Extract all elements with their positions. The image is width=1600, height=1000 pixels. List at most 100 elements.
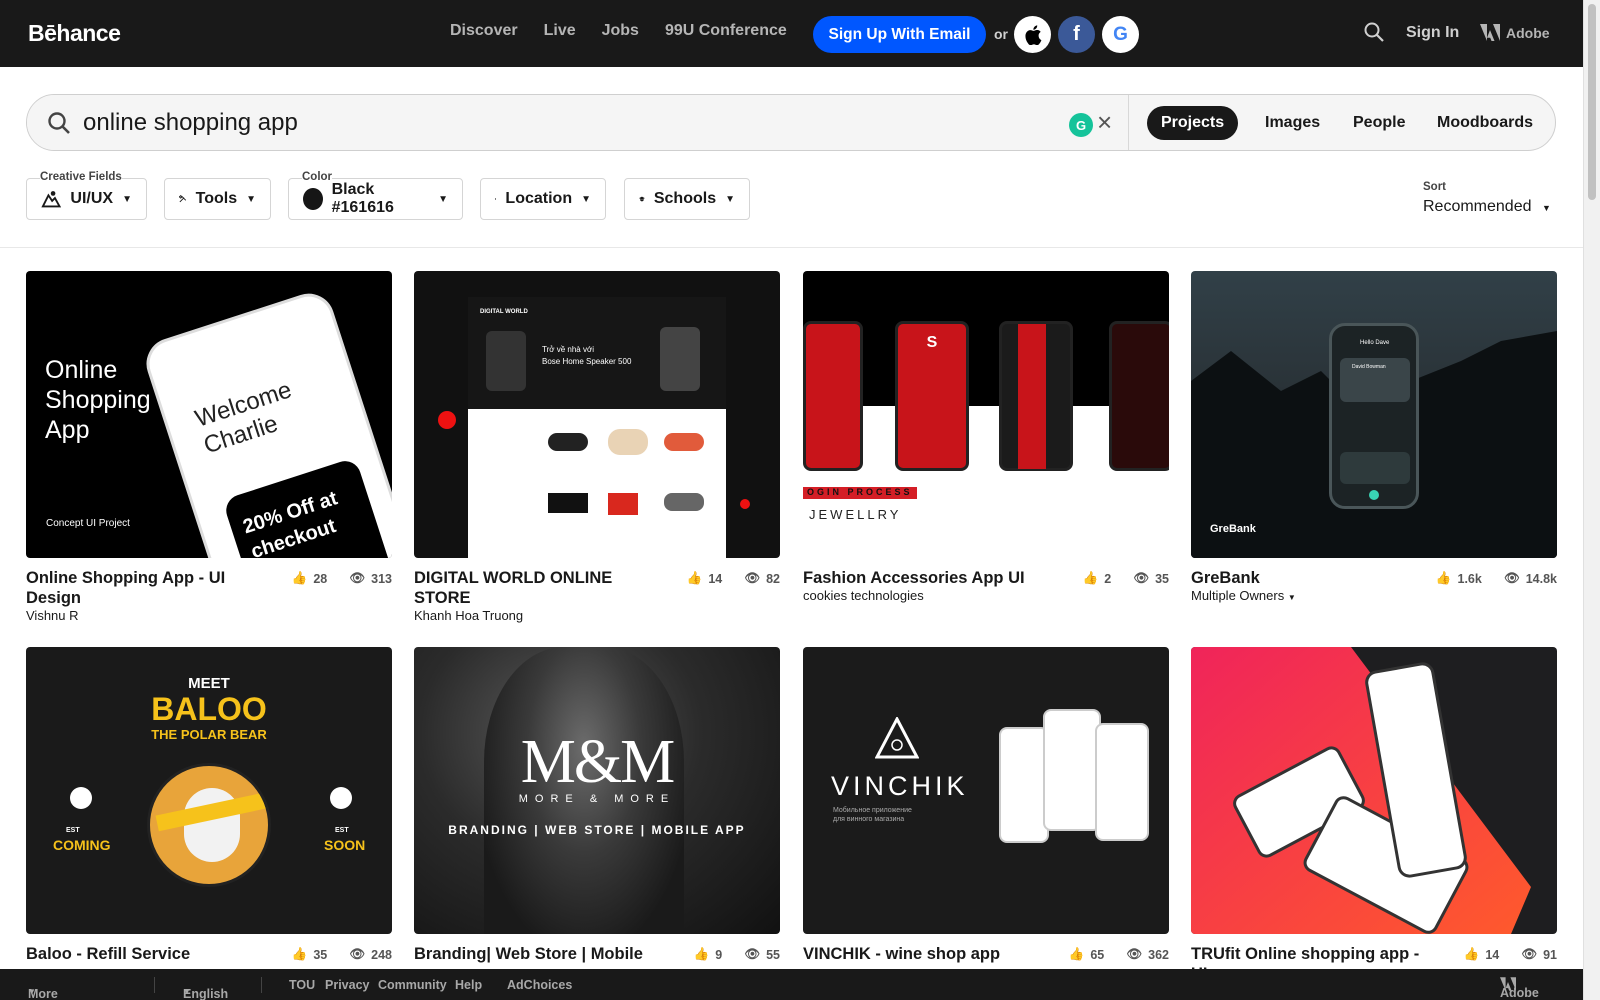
project-thumbnail[interactable]	[1191, 647, 1557, 934]
project-owner[interactable]: Vishnu R	[26, 608, 79, 623]
thumb-text: BRANDING | WEB STORE | MOBILE APP	[448, 823, 746, 837]
project-thumbnail[interactable]: Online Shopping App Concept UI Project W…	[26, 271, 392, 558]
footer-link-privacy[interactable]: Privacy	[325, 978, 369, 992]
thumb-text: COMING	[53, 837, 111, 853]
project-thumbnail[interactable]: Hello Dave David Bowman GreBank	[1191, 271, 1557, 558]
footer-adobe-link[interactable]: Adobe	[1500, 977, 1539, 1000]
footer-divider	[261, 977, 262, 993]
google-signin-button[interactable]: G	[1102, 16, 1139, 53]
facebook-signin-button[interactable]: f	[1058, 16, 1095, 53]
tools-filter[interactable]: Tools ▼	[164, 178, 271, 220]
search-icon	[48, 112, 70, 134]
project-card[interactable]: MEET BALOO THE POLAR BEAR EST COMING EST…	[26, 647, 392, 963]
project-card[interactable]: DIGITAL WORLD Trở về nhà với Bose Home S…	[414, 271, 780, 623]
project-card[interactable]: S OGIN PROCESS JEWELLRY Fashion Accessor…	[803, 271, 1169, 603]
project-thumbnail[interactable]: MEET BALOO THE POLAR BEAR EST COMING EST…	[26, 647, 392, 934]
webstore-mockup: DIGITAL WORLD Trở về nhà với Bose Home S…	[468, 297, 726, 558]
apple-icon	[1024, 24, 1041, 45]
project-title[interactable]: DIGITAL WORLD ONLINE STORE	[414, 568, 634, 608]
view-count: 248	[371, 947, 392, 962]
or-text: or	[994, 26, 1008, 42]
like-count: 14	[708, 571, 723, 586]
nav-jobs[interactable]: Jobs	[602, 22, 639, 40]
sort-dropdown[interactable]: Recommended ▼	[1423, 198, 1551, 216]
thumb-text: MEET	[188, 675, 230, 692]
sort-label: Sort	[1423, 181, 1446, 193]
schools-filter[interactable]: Schools ▼	[624, 178, 750, 220]
tab-images[interactable]: Images	[1251, 106, 1334, 140]
adobe-link[interactable]: Adobe	[1480, 24, 1550, 41]
project-card[interactable]: M&M MORE & MORE BRANDING | WEB STORE | M…	[414, 647, 780, 963]
project-title[interactable]: Fashion Accessories App UI	[803, 568, 1043, 588]
adobe-icon	[1480, 24, 1500, 41]
footer-link-help[interactable]: Help	[455, 978, 482, 992]
behance-logo[interactable]: Bēhance	[28, 20, 121, 47]
project-thumbnail[interactable]: S OGIN PROCESS JEWELLRY	[803, 271, 1169, 558]
chevron-down-icon: ▼	[725, 193, 735, 205]
sign-up-email-button[interactable]: Sign Up With Email	[813, 16, 986, 53]
project-title[interactable]: Online Shopping App - UI Design	[26, 568, 266, 608]
creative-fields-value: UI/UX	[70, 190, 114, 207]
like-count: 9	[715, 947, 723, 962]
thumb-text: GreBank	[1210, 523, 1256, 535]
color-filter[interactable]: Black #161616 ▼	[288, 178, 463, 220]
phone-mockup	[999, 727, 1049, 843]
tab-moodboards[interactable]: Moodboards	[1423, 106, 1547, 140]
project-stats: 👍 14 👁 91	[1464, 947, 1557, 962]
view-icon: 👁	[1503, 571, 1520, 585]
project-title[interactable]: GreBank	[1191, 568, 1431, 588]
scrollbar-thumb[interactable]	[1588, 4, 1596, 200]
tab-people[interactable]: People	[1339, 106, 1419, 140]
project-thumbnail[interactable]: VINCHIK Мобильное приложение для винного…	[803, 647, 1169, 934]
top-navigation-bar: Bēhance Discover Live Jobs 99U Conferenc…	[0, 0, 1583, 67]
footer-divider	[154, 977, 155, 993]
clear-search-icon[interactable]: ×	[1097, 107, 1112, 138]
thumb-text: SOON	[324, 837, 366, 853]
search-icon	[1364, 22, 1384, 42]
tab-projects[interactable]: Projects	[1147, 106, 1239, 140]
grammarly-icon[interactable]: G	[1069, 113, 1093, 137]
project-title[interactable]: VINCHIK - wine shop app	[803, 944, 1043, 964]
project-stats: 👍 14 👁 82	[687, 571, 780, 586]
creative-fields-filter[interactable]: UI/UX ▼	[26, 178, 147, 220]
footer-link-adchoices[interactable]: AdChoices	[507, 978, 572, 992]
sign-in-link[interactable]: Sign In	[1406, 24, 1459, 42]
nav-discover[interactable]: Discover	[450, 22, 518, 40]
project-owner[interactable]: Multiple Owners ▼	[1191, 588, 1296, 603]
phone-mockup	[1043, 709, 1101, 831]
header-search-button[interactable]	[1364, 22, 1384, 47]
thumb-text: Hello Dave	[1360, 340, 1390, 346]
location-label: Location	[505, 190, 573, 207]
nav-99u-conference[interactable]: 99U Conference	[665, 22, 787, 40]
chevron-down-icon: ▼	[28, 987, 36, 996]
view-icon: 👁	[1133, 571, 1150, 585]
project-card[interactable]: Online Shopping App Concept UI Project W…	[26, 271, 392, 623]
project-title[interactable]: Branding| Web Store | Mobile	[414, 944, 654, 964]
project-card[interactable]: Hello Dave David Bowman GreBank GreBank …	[1191, 271, 1557, 603]
project-card[interactable]: VINCHIK Мобильное приложение для винного…	[803, 647, 1169, 963]
location-filter[interactable]: Location ▼	[480, 178, 606, 220]
project-thumbnail[interactable]: M&M MORE & MORE BRANDING | WEB STORE | M…	[414, 647, 780, 934]
apple-signin-button[interactable]	[1014, 16, 1051, 53]
project-owner[interactable]: cookies technologies	[803, 588, 924, 603]
thumb-text: EST	[335, 827, 349, 834]
nav-live[interactable]: Live	[544, 22, 576, 40]
page-scrollbar[interactable]	[1583, 0, 1600, 1000]
like-icon: 👍	[1068, 947, 1085, 961]
like-icon: 👍	[291, 571, 308, 585]
color-value: Black #161616	[331, 181, 394, 216]
project-owner[interactable]: Khanh Hoa Truong	[414, 608, 523, 623]
like-icon: 👍	[686, 571, 703, 585]
tools-icon	[179, 194, 187, 203]
phone-mockup: Hello Dave David Bowman	[1329, 323, 1419, 509]
project-thumbnail[interactable]: DIGITAL WORLD Trở về nhà với Bose Home S…	[414, 271, 780, 558]
search-input[interactable]	[83, 108, 1043, 138]
view-count: 82	[766, 571, 780, 586]
view-icon: 👁	[349, 947, 366, 961]
footer-link-community[interactable]: Community	[378, 978, 447, 992]
chevron-down-icon: ▼	[122, 193, 132, 205]
footer-link-tou[interactable]: TOU	[289, 978, 315, 992]
project-title[interactable]: Baloo - Refill Service	[26, 944, 266, 964]
like-count: 14	[1485, 947, 1500, 962]
project-card[interactable]: TRUfit Online shopping app - UI 👍14 👁91	[1191, 647, 1557, 983]
